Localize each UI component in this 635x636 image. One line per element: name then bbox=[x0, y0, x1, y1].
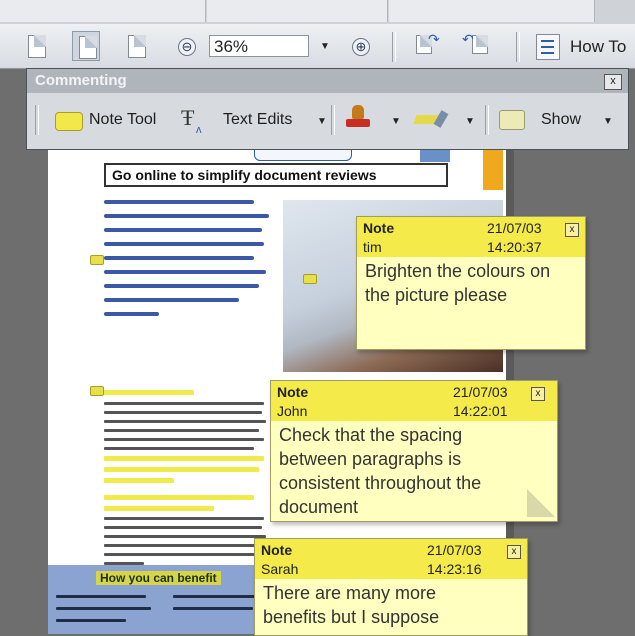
zoom-dropdown-caret[interactable]: ▼ bbox=[320, 41, 330, 52]
note-time: 14:23:16 bbox=[427, 561, 482, 577]
toolbar-separator bbox=[392, 32, 396, 62]
note-text[interactable]: Brighten the colours on the picture plea… bbox=[357, 257, 585, 309]
close-icon[interactable]: x bbox=[531, 387, 545, 401]
text-edits-dropdown-caret[interactable]: ▼ bbox=[317, 116, 327, 127]
tab-2[interactable] bbox=[207, 0, 388, 22]
note-popup-sarah[interactable]: Note 21/07/03 Sarah 14:23:16 x There are… bbox=[254, 538, 528, 636]
note-header[interactable]: Note 21/07/03 John 14:22:01 x bbox=[271, 381, 557, 421]
note-header[interactable]: Note 21/07/03 tim 14:20:37 x bbox=[357, 217, 585, 257]
stamp-icon bbox=[352, 105, 364, 119]
zoom-out-button[interactable]: ⊖ bbox=[178, 38, 196, 56]
stamp-tool-button[interactable] bbox=[345, 105, 371, 133]
note-date: 21/07/03 bbox=[453, 384, 508, 400]
document-heading: Go online to simplify document reviews bbox=[104, 163, 448, 187]
text-edits-label: Text Edits bbox=[223, 111, 293, 128]
close-icon[interactable]: x bbox=[604, 74, 622, 90]
highlight-tool-button[interactable] bbox=[413, 109, 449, 131]
highlight-dropdown-caret[interactable]: ▼ bbox=[465, 116, 475, 127]
panel-separator bbox=[485, 105, 489, 135]
main-toolbar: ⊖ 36% ▼ ⊕ ↷ ↶ How To bbox=[0, 24, 635, 69]
text-edit-icon: Ŧ bbox=[181, 105, 195, 130]
toolbar-separator bbox=[516, 32, 520, 62]
note-type: Note bbox=[261, 542, 293, 558]
show-comments-icon bbox=[499, 110, 525, 130]
continuous-page-button[interactable] bbox=[72, 31, 100, 61]
resize-corner[interactable] bbox=[527, 489, 555, 517]
note-popup-john[interactable]: Note 21/07/03 John 14:22:01 x Check that… bbox=[270, 380, 558, 522]
zoom-in-button[interactable]: ⊕ bbox=[352, 38, 370, 56]
arrow-icon: ↶ bbox=[462, 31, 474, 47]
page-icon bbox=[79, 36, 97, 59]
close-icon[interactable]: x bbox=[507, 545, 521, 559]
panel-grip bbox=[35, 105, 39, 135]
facing-pages-button[interactable] bbox=[122, 31, 150, 61]
note-author: John bbox=[277, 403, 308, 419]
note-marker-icon[interactable] bbox=[90, 255, 104, 265]
note-author: Sarah bbox=[261, 561, 299, 577]
note-date: 21/07/03 bbox=[427, 542, 482, 558]
arrow-icon: ↷ bbox=[428, 31, 440, 47]
note-marker-icon[interactable] bbox=[90, 386, 104, 396]
benefits-heading: How you can benefit bbox=[96, 571, 221, 585]
note-marker-icon[interactable] bbox=[303, 274, 317, 284]
note-text[interactable]: There are many more benefits but I suppo… bbox=[255, 579, 491, 631]
note-type: Note bbox=[277, 384, 309, 400]
note-icon bbox=[55, 112, 83, 131]
panel-separator bbox=[331, 105, 335, 135]
zoom-in-icon: ⊕ bbox=[355, 39, 367, 54]
note-text[interactable]: Check that the spacing between paragraph… bbox=[271, 421, 527, 521]
page-tab-marker bbox=[483, 150, 503, 190]
zoom-out-icon: ⊖ bbox=[181, 39, 193, 54]
note-popup-tim[interactable]: Note 21/07/03 tim 14:20:37 x Brighten th… bbox=[356, 216, 586, 350]
commenting-toolbar: Commenting x Note Tool Ŧ ᴧ Text Edits ▼ … bbox=[26, 68, 629, 150]
single-page-button[interactable] bbox=[22, 31, 50, 61]
how-to-button[interactable]: How To bbox=[570, 37, 626, 57]
tab-1[interactable] bbox=[0, 0, 206, 22]
page-icon bbox=[128, 35, 146, 58]
rotate-clockwise-button[interactable]: ↷ bbox=[412, 31, 440, 61]
caret-icon: ᴧ bbox=[196, 124, 202, 136]
note-type: Note bbox=[363, 220, 395, 236]
note-tool-label: Note Tool bbox=[89, 111, 157, 128]
show-label: Show bbox=[541, 111, 582, 128]
note-header[interactable]: Note 21/07/03 Sarah 14:23:16 x bbox=[255, 539, 527, 579]
body-paragraph bbox=[104, 390, 269, 565]
how-to-icon[interactable] bbox=[536, 34, 560, 60]
note-time: 14:20:37 bbox=[487, 239, 542, 255]
rotate-counterclockwise-button[interactable]: ↶ bbox=[462, 31, 490, 61]
page-top-button-shape bbox=[254, 150, 352, 161]
rotate-counterclockwise-icon bbox=[472, 35, 488, 54]
note-author: tim bbox=[363, 239, 382, 255]
tab-3[interactable] bbox=[389, 0, 595, 22]
note-time: 14:22:01 bbox=[453, 403, 508, 419]
tab-strip bbox=[0, 0, 635, 25]
commenting-title: Commenting bbox=[27, 69, 628, 93]
show-dropdown-caret[interactable]: ▼ bbox=[603, 116, 613, 127]
stamp-dropdown-caret[interactable]: ▼ bbox=[391, 116, 401, 127]
intro-paragraph bbox=[104, 200, 274, 316]
note-date: 21/07/03 bbox=[487, 220, 542, 236]
page-header-graphic bbox=[420, 150, 450, 162]
page-icon bbox=[28, 35, 46, 58]
close-icon[interactable]: x bbox=[565, 223, 579, 237]
zoom-input[interactable]: 36% bbox=[209, 35, 309, 57]
